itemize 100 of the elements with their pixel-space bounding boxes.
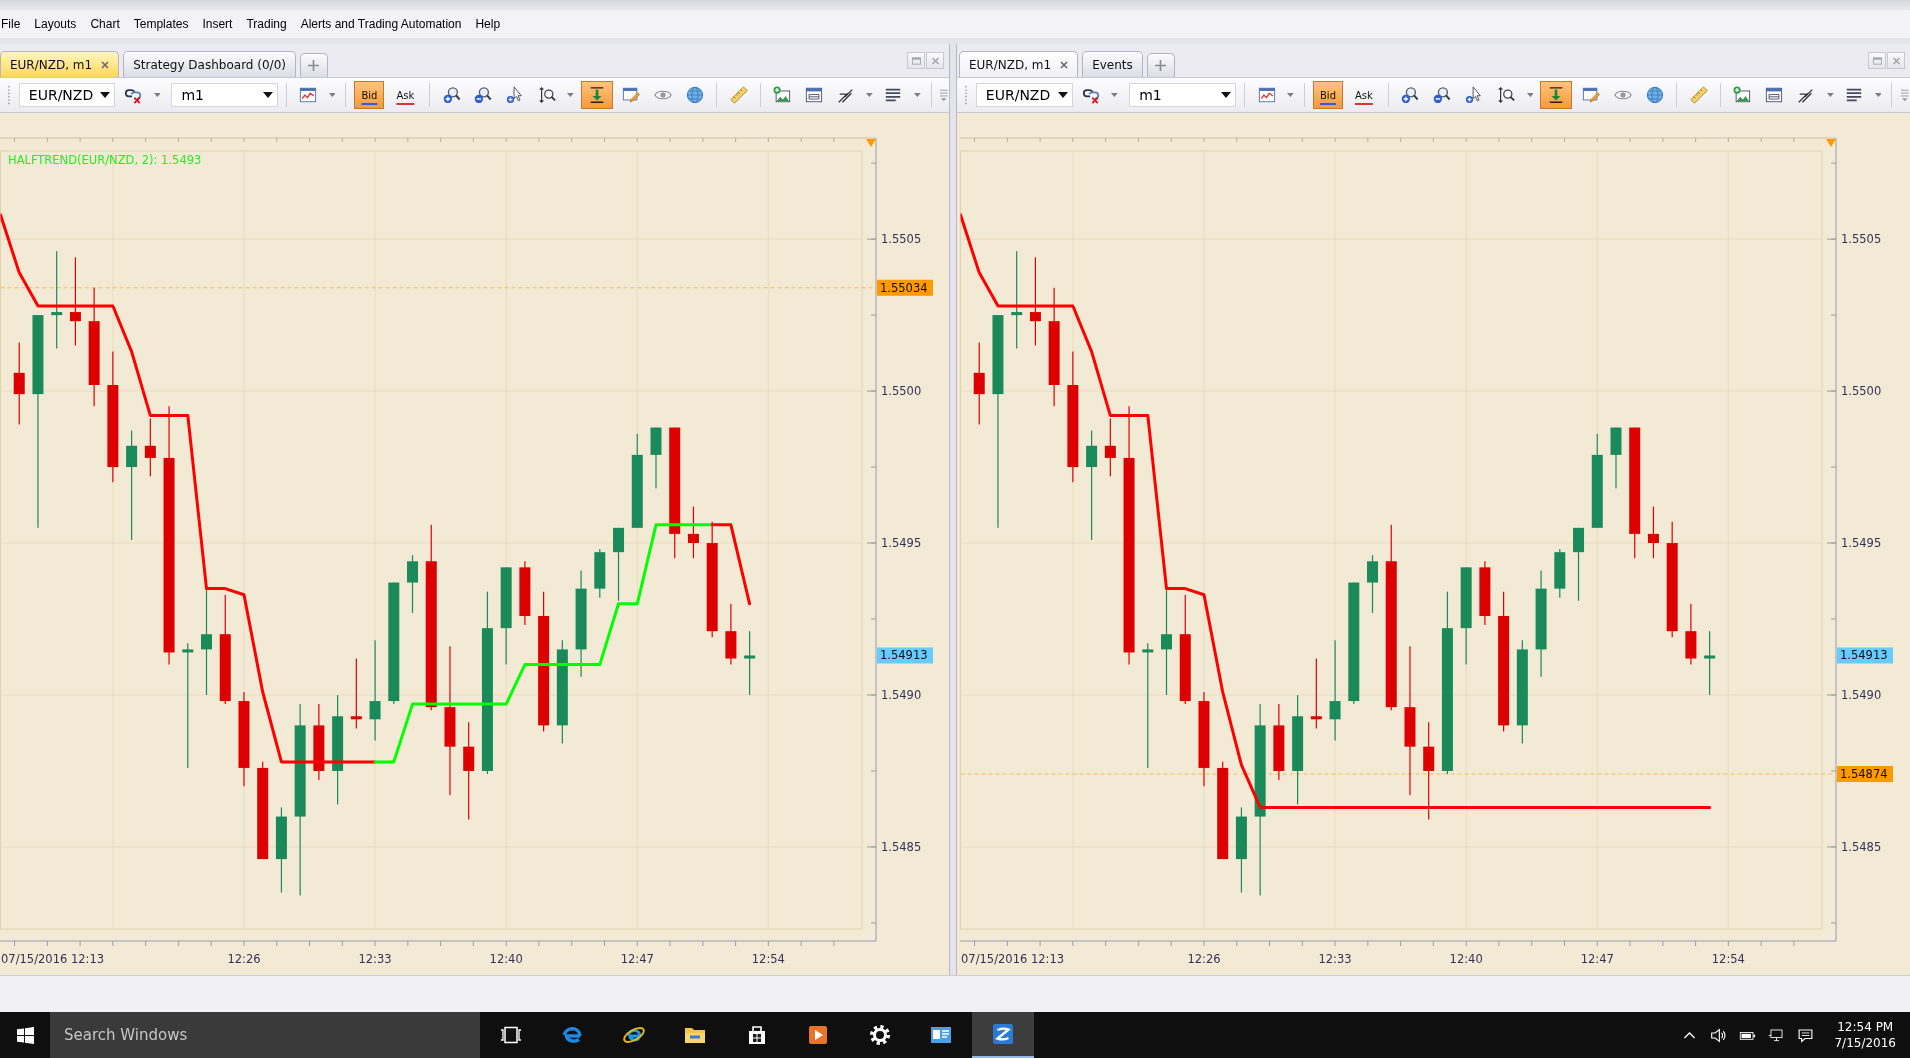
- menu-item[interactable]: Insert: [202, 17, 233, 31]
- symbol-dropdown[interactable]: EUR/NZD: [18, 83, 115, 107]
- scroll-toggle-button[interactable]: [581, 81, 613, 109]
- ruler-icon: [729, 86, 748, 104]
- speaker-icon[interactable]: [1710, 1026, 1728, 1044]
- window-icon: [1765, 86, 1784, 104]
- menu-item[interactable]: File: [1, 17, 21, 31]
- close-icon: [1891, 56, 1901, 65]
- close-icon[interactable]: [101, 60, 110, 69]
- price-mode-button[interactable]: Bid: [1313, 81, 1343, 109]
- tab[interactable]: Events: [1082, 51, 1143, 77]
- caret-icon: [1221, 92, 1232, 98]
- close-icon[interactable]: [1060, 60, 1069, 69]
- cursor-plus-icon: [1465, 86, 1484, 104]
- price-axis-label: 1.5500: [1841, 384, 1882, 399]
- image-icon: [1733, 86, 1752, 104]
- plus-icon: [1155, 60, 1167, 71]
- timeframe-dropdown[interactable]: m1: [171, 83, 279, 107]
- window-pencil-icon: [622, 86, 641, 104]
- price-mode-button[interactable]: Ask: [389, 81, 422, 109]
- new-tab-button[interactable]: [1146, 53, 1175, 77]
- tab[interactable]: EUR/NZD, m1: [0, 51, 120, 77]
- candle: [1104, 417, 1116, 477]
- taskbar-button[interactable]: [972, 1012, 1034, 1058]
- grip-icon[interactable]: [964, 84, 968, 106]
- time-axis-label: 12:47: [1580, 952, 1614, 966]
- candle: [1479, 560, 1491, 626]
- list-icon: [884, 86, 903, 104]
- menu-item[interactable]: Templates: [133, 17, 189, 31]
- tab[interactable]: EUR/NZD, m1: [959, 51, 1079, 77]
- price-axis-label: 1.5490: [1841, 688, 1882, 702]
- maximize-icon: [911, 56, 921, 65]
- price-tag: 1.54874: [1837, 766, 1893, 782]
- caret-icon[interactable]: [1111, 93, 1119, 97]
- time-axis-label: 12:33: [1318, 952, 1352, 966]
- zigzag-tile-icon: [990, 1022, 1015, 1046]
- zoom-out-icon: [1433, 86, 1452, 104]
- globe-icon: [1645, 86, 1664, 104]
- candle: [744, 630, 756, 696]
- caret-icon[interactable]: [1287, 93, 1295, 97]
- message-icon[interactable]: [1797, 1026, 1815, 1044]
- price-axis-label: 1.5505: [1841, 232, 1882, 247]
- price-mode-button[interactable]: Ask: [1348, 81, 1380, 109]
- time-axis-label: 12:54: [1711, 952, 1745, 966]
- monitor-icon[interactable]: [1768, 1026, 1786, 1044]
- diagonal-lines-icon: [836, 86, 855, 104]
- caret-icon[interactable]: [567, 93, 575, 97]
- price-axis-label: 1.5505: [881, 232, 922, 247]
- line-chart-icon: [299, 86, 318, 104]
- menu-item[interactable]: Help: [475, 17, 501, 31]
- last-price-tag: 1.54913: [1837, 647, 1893, 664]
- time-axis-label: 07/15/2016 12:13: [961, 952, 1065, 966]
- grip-icon[interactable]: [7, 84, 11, 106]
- image-icon: [773, 86, 792, 104]
- candle: [1647, 505, 1659, 559]
- menu-item[interactable]: Alerts and Trading Automation: [300, 17, 462, 31]
- candle: [407, 554, 418, 614]
- menu-item[interactable]: Chart: [90, 17, 120, 31]
- time-axis-label: 12:40: [1449, 952, 1483, 966]
- ref-line-label: 1.54874: [1840, 767, 1888, 782]
- caret-icon[interactable]: [1826, 93, 1834, 97]
- price-mode-button[interactable]: Bid: [354, 81, 385, 109]
- caret-icon[interactable]: [1526, 93, 1534, 97]
- candle: [1310, 657, 1322, 729]
- candle: [650, 426, 662, 489]
- caret-icon[interactable]: [328, 93, 336, 97]
- candle: [594, 548, 606, 599]
- time-axis-label: 12:26: [227, 952, 261, 966]
- caret-icon: [263, 92, 274, 98]
- time-axis-label: 12:33: [358, 952, 392, 966]
- caret-icon: [1057, 92, 1068, 98]
- indicator-legend: HALFTREND(EUR/NZD, 2): 1.5493: [8, 153, 202, 167]
- tab[interactable]: Strategy Dashboard (0/0): [123, 51, 296, 77]
- candle: [1367, 554, 1378, 614]
- candle: [1554, 548, 1566, 599]
- caret-icon[interactable]: [913, 93, 921, 97]
- candle: [144, 417, 156, 477]
- list-icon: [1845, 86, 1864, 104]
- menu-item[interactable]: Layouts: [34, 17, 77, 31]
- search-field[interactable]: Search Windows: [50, 1012, 480, 1058]
- close-icon: [930, 56, 940, 65]
- last-price-tag: 1.54913: [877, 647, 933, 664]
- clock-date: 7/15/2016: [1834, 1035, 1896, 1051]
- caret-icon[interactable]: [1874, 93, 1882, 97]
- caret-icon: [99, 92, 110, 98]
- price-axis-label: 1.5485: [1841, 839, 1882, 854]
- time-axis-label: 12:54: [751, 952, 785, 966]
- zoom-in-icon: [442, 86, 461, 104]
- new-tab-button[interactable]: [299, 53, 328, 77]
- candle: [1610, 426, 1622, 489]
- chain-link-icon: [124, 86, 143, 104]
- caret-icon[interactable]: [153, 93, 161, 97]
- caret-icon[interactable]: [866, 93, 874, 97]
- scroll-toggle-button[interactable]: [1540, 81, 1573, 109]
- timeframe-dropdown[interactable]: m1: [1129, 83, 1237, 107]
- symbol-dropdown[interactable]: EUR/NZD: [975, 83, 1073, 107]
- globe-icon: [685, 86, 704, 104]
- candle: [1704, 630, 1716, 696]
- menu-item[interactable]: Trading: [246, 17, 287, 31]
- triangle-marker-icon: [866, 139, 876, 147]
